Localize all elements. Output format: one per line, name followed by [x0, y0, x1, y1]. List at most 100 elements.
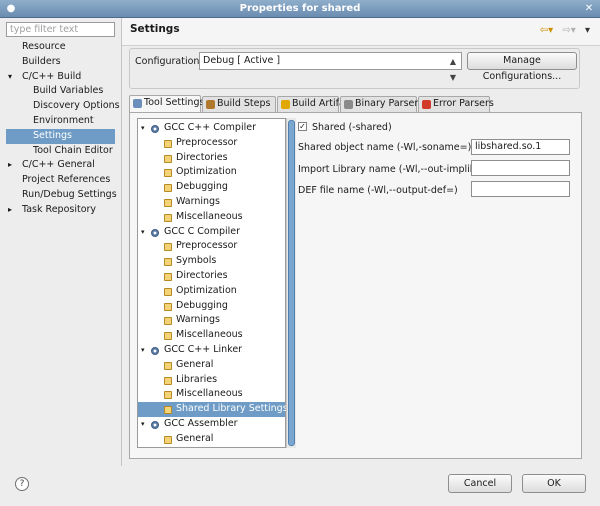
tree-item-label: Directories: [176, 270, 228, 281]
tree-option-node[interactable]: Miscellaneous: [138, 328, 243, 343]
tree-tool-node[interactable]: ▾ GCC C++ Compiler: [138, 121, 256, 136]
tab-binary-parsers[interactable]: Binary Parsers: [340, 96, 423, 112]
sidebar-item-run-debug-settings[interactable]: Run/Debug Settings: [6, 188, 117, 203]
option-icon: [164, 435, 172, 444]
sidebar-item-project-references[interactable]: Project References: [6, 173, 115, 188]
tree-option-node[interactable]: Directories: [138, 151, 228, 166]
collapse-arrow-icon[interactable]: ▾: [141, 417, 145, 432]
ok-button[interactable]: OK: [522, 474, 586, 493]
collapse-arrow-icon[interactable]: ▾: [141, 343, 145, 358]
tree-option-node[interactable]: Directories: [138, 269, 228, 284]
tree-option-node[interactable]: Symbols: [138, 254, 216, 269]
tree-option-node[interactable]: Miscellaneous: [138, 387, 243, 402]
tree-item-label: Warnings: [176, 196, 221, 207]
tab-icon: [281, 100, 290, 109]
option-icon: [164, 273, 172, 281]
soname-input[interactable]: libshared.so.1: [471, 139, 570, 155]
tree-item-label: General: [176, 432, 214, 444]
forward-icon[interactable]: ⇨▾: [562, 25, 575, 36]
tree-option-node[interactable]: Warnings: [138, 313, 220, 328]
tree-option-node[interactable]: Optimization: [138, 165, 237, 180]
collapse-arrow-icon[interactable]: ▾: [141, 225, 145, 240]
option-icon: [164, 391, 172, 400]
sidebar-item-resource[interactable]: Resource: [6, 40, 115, 55]
sidebar-item-settings[interactable]: Settings: [6, 128, 115, 144]
option-icon: [164, 258, 172, 267]
view-menu-icon[interactable]: ▾: [585, 25, 590, 36]
sidebar-item-environment[interactable]: Environment: [6, 114, 115, 129]
sidebar-item-task-repository[interactable]: ▸ Task Repository: [6, 203, 115, 218]
tab-icon: [422, 100, 431, 109]
tab-label: Tool Settings: [144, 97, 205, 108]
tree-item-label: Libraries: [176, 373, 218, 385]
tree-option-node[interactable]: General: [138, 432, 213, 447]
sidebar-item-tool-chain-editor[interactable]: Tool Chain Editor: [6, 144, 115, 159]
option-icon: [164, 139, 172, 148]
import-library-input[interactable]: [471, 160, 570, 176]
tree-option-node[interactable]: Miscellaneous: [138, 210, 243, 225]
sidebar-item-label: Build Variables: [33, 85, 104, 97]
close-icon[interactable]: ✕: [583, 3, 595, 15]
tree-item-label: GCC C++ Compiler: [164, 122, 256, 133]
back-icon[interactable]: ⇦▾: [540, 25, 553, 36]
import-library-label: Import Library name (-Wl,--out-implib=): [298, 164, 488, 175]
sidebar-item-label: Task Repository: [22, 203, 97, 215]
option-icon: [164, 376, 172, 385]
def-file-input[interactable]: [471, 181, 570, 197]
tab-error-parsers[interactable]: Error Parsers: [418, 96, 494, 112]
tree-option-node[interactable]: Libraries: [138, 373, 217, 388]
tree-option-node[interactable]: General: [138, 358, 213, 373]
option-icon: [164, 154, 172, 163]
sidebar-item-label: Environment: [33, 114, 94, 126]
tree-option-node[interactable]: Optimization: [138, 284, 237, 299]
sidebar-item-build-variables[interactable]: Build Variables: [6, 84, 115, 99]
tree-item-label: Directories: [176, 151, 228, 163]
sidebar-item-c-c-build[interactable]: ▾ C/C++ Build: [6, 70, 115, 85]
scrollbar-thumb[interactable]: [288, 120, 295, 446]
tab-tool-settings[interactable]: Tool Settings: [129, 95, 205, 112]
tool-gear-icon: [151, 228, 159, 237]
collapse-arrow-icon[interactable]: ▾: [141, 121, 145, 136]
shared-checkbox-label: Shared (-shared): [312, 122, 392, 133]
sidebar-item-discovery-options[interactable]: Discovery Options: [6, 99, 120, 114]
tab-build-steps[interactable]: Build Steps: [202, 96, 276, 112]
help-button[interactable]: ?: [15, 477, 29, 491]
tree-option-node[interactable]: Debugging: [138, 299, 228, 314]
configuration-value: Debug [ Active ]: [203, 55, 281, 66]
expand-arrow-icon[interactable]: ▸: [8, 158, 12, 173]
help-icon: ?: [19, 479, 25, 489]
tree-tool-node[interactable]: ▾ GCC C++ Linker: [138, 343, 242, 358]
splitter[interactable]: [121, 18, 122, 466]
tree-scrollbar[interactable]: [286, 118, 296, 448]
tree-item-label: Preprocessor: [176, 240, 238, 252]
tree-item-label: GCC C Compiler: [164, 225, 241, 237]
tree-item-label: Warnings: [176, 314, 221, 326]
tree-option-node[interactable]: Shared Library Settings: [138, 402, 288, 417]
sidebar-item-label: Discovery Options: [33, 100, 120, 112]
soname-label: Shared object name (-Wl,-soname=): [298, 142, 472, 153]
tree-option-node[interactable]: Debugging: [138, 180, 228, 195]
tree-tool-node[interactable]: ▾ GCC C Compiler: [138, 225, 240, 240]
tab-label: Build Steps: [217, 98, 271, 109]
option-icon: [164, 169, 172, 178]
option-icon: [164, 302, 172, 311]
filter-input[interactable]: type filter text: [6, 22, 115, 37]
cancel-button[interactable]: Cancel: [448, 474, 512, 493]
sidebar-item-label: Run/Debug Settings: [22, 188, 117, 200]
shared-checkbox[interactable]: ✓: [298, 122, 307, 131]
tree-option-node[interactable]: Preprocessor: [138, 239, 237, 254]
tree-option-node[interactable]: Warnings: [138, 195, 220, 210]
configuration-label: Configuration:: [135, 56, 203, 67]
tree-item-label: Preprocessor: [176, 136, 238, 148]
tree-option-node[interactable]: Preprocessor: [138, 136, 237, 151]
manage-configurations-button[interactable]: Manage Configurations...: [467, 52, 577, 82]
sidebar-item-builders[interactable]: Builders: [6, 55, 115, 70]
tree-tool-node[interactable]: ▾ GCC Assembler: [138, 417, 238, 432]
sidebar-item-c-c-general[interactable]: ▸ C/C++ General: [6, 158, 115, 173]
option-icon: [164, 406, 172, 415]
expand-arrow-icon[interactable]: ▸: [8, 203, 12, 218]
configuration-select[interactable]: Debug [ Active ] ▲ ▼: [199, 52, 462, 82]
tab-build-artifact[interactable]: Build Artifact: [277, 96, 354, 112]
collapse-arrow-icon[interactable]: ▾: [8, 70, 12, 85]
tree-item-label: Optimization: [176, 166, 237, 178]
